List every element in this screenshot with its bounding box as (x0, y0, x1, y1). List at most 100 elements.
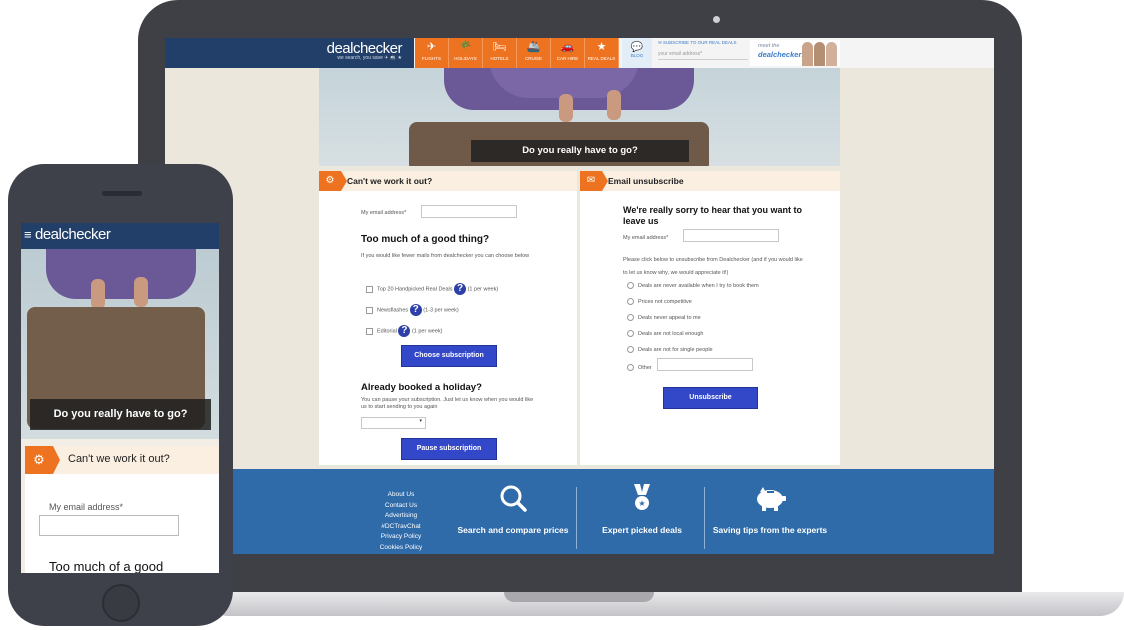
footer-link-contact[interactable]: Contact Us (348, 501, 454, 512)
reason-option[interactable]: Prices not competitive (627, 298, 692, 305)
option-editorial[interactable]: Editorial ? (1 per week) (366, 325, 443, 337)
reason-option[interactable]: Deals are not for single people (627, 346, 713, 353)
option-newsflashes[interactable]: Newsflashes ? (1-3 per week) (366, 304, 459, 316)
already-booked-heading: Already booked a holiday? (361, 382, 482, 393)
hero-hand (91, 279, 105, 309)
plane-icon: ✈ (426, 41, 437, 53)
footer-link-about[interactable]: About Us (348, 490, 454, 501)
mobile-screen: ≡ dealchecker Do you really have to go? … (21, 223, 219, 573)
option-frequency: (1 per week) (411, 328, 443, 335)
radio[interactable] (627, 346, 634, 353)
radio[interactable] (627, 330, 634, 337)
option-label: Editorial (377, 328, 397, 335)
radio[interactable] (627, 298, 634, 305)
footer-link-privacy[interactable]: Privacy Policy (348, 532, 454, 543)
mobile-email-field[interactable] (39, 515, 179, 536)
mobile-hero-image: Do you really have to go? (21, 249, 219, 439)
unsubscribe-button[interactable]: Unsubscribe (663, 387, 758, 409)
radio[interactable] (627, 364, 634, 371)
too-much-intro: If you would like fewer mails from dealc… (361, 253, 530, 259)
gears-icon: ⚙ (25, 446, 60, 474)
laptop-notch (504, 592, 654, 602)
option-frequency: (1-3 per week) (423, 307, 459, 314)
site-header: dealchecker we search, you save ✈ 🚢 ★ ✈ F… (165, 38, 994, 68)
piggy-bank-icon (710, 483, 830, 521)
mobile-logo[interactable]: dealchecker (35, 226, 111, 243)
nav-flights[interactable]: ✈ FLIGHTS (415, 38, 449, 68)
choose-subscription-button[interactable]: Choose subscription (401, 345, 497, 367)
help-icon[interactable]: ? (398, 325, 411, 337)
meet-line2: dealcheckers (758, 50, 806, 59)
footer-link-advertising[interactable]: Advertising (348, 511, 454, 522)
help-icon[interactable]: ? (454, 283, 467, 295)
panel-title: Can't we work it out? (347, 176, 433, 186)
footer-links: About Us Contact Us Advertising #DCTravC… (348, 490, 454, 553)
footer-link-cookies[interactable]: Cookies Policy (348, 543, 454, 554)
site-footer: About Us Contact Us Advertising #DCTravC… (232, 469, 994, 554)
panel-header: ✉ Email unsubscribe (580, 171, 840, 191)
mobile-header: ≡ dealchecker (21, 223, 219, 249)
reason-option[interactable]: Deals never appeal to me (627, 314, 701, 321)
hamburger-menu-icon[interactable]: ≡ (24, 227, 32, 242)
other-reason-field[interactable] (657, 358, 753, 371)
checkbox[interactable] (366, 306, 373, 314)
hero-hand (134, 277, 148, 307)
nav-car-hire[interactable]: 🚗 CAR HIRE (551, 38, 585, 68)
nav-cruise[interactable]: 🚢 CRUISE (517, 38, 551, 68)
radio[interactable] (627, 282, 634, 289)
site-tagline: we search, you save ✈ 🚢 ★ (337, 55, 402, 61)
mobile-panel-body: My email address* Too much of a good (25, 474, 219, 573)
main-nav: ✈ FLIGHTS 🌴 HOLIDAYS 🛏 HOTELS 🚢 CRUISE 🚗 CAR … (415, 38, 619, 68)
option-top20[interactable]: Top 20 Handpicked Real Deals ? (1 per we… (366, 283, 498, 295)
checkbox[interactable] (366, 285, 373, 293)
nav-holidays[interactable]: 🌴 HOLIDAYS (449, 38, 483, 68)
option-label: Newsflashes (377, 307, 409, 314)
subscribe-email-input[interactable]: your email address* (658, 51, 748, 60)
radio[interactable] (627, 314, 634, 321)
footer-link-dctravchat[interactable]: #DCTravChat (348, 522, 454, 533)
reason-option[interactable]: Deals are never available when I try to … (627, 282, 759, 289)
nav-label: BLOG (630, 53, 644, 58)
too-much-heading: Too much of a good thing? (361, 234, 490, 245)
home-button[interactable] (102, 584, 140, 622)
mobile-hero-caption: Do you really have to go? (30, 399, 211, 430)
divider (576, 487, 577, 549)
reason-label: Deals are not for single people (638, 346, 713, 353)
nav-real-deals[interactable]: ★ REAL DEALS (585, 38, 619, 68)
desktop-screen: dealchecker we search, you save ✈ 🚢 ★ ✈ F… (165, 38, 994, 554)
team-photo (802, 42, 813, 66)
unsubscribe-email-field[interactable] (683, 229, 779, 242)
mobile-email-label: My email address* (49, 502, 124, 512)
divider (704, 487, 705, 549)
hero-hand (559, 94, 573, 122)
hero-dress (46, 249, 196, 299)
reason-option-other[interactable]: Other (627, 364, 652, 371)
team-photo (814, 42, 825, 66)
meet-dealcheckers-banner[interactable]: meet the dealcheckers (750, 40, 840, 66)
checkbox[interactable] (366, 327, 373, 335)
subscribe-box: ✉ SUBSCRIBE TO OUR REAL DEALS your email… (658, 40, 748, 60)
help-icon[interactable]: ? (409, 304, 422, 316)
option-frequency: (1 per week) (467, 286, 499, 293)
pause-subscription-button[interactable]: Pause subscription (401, 438, 497, 460)
feature-search: Search and compare prices (453, 483, 573, 536)
nav-hotels[interactable]: 🛏 HOTELS (483, 38, 517, 68)
star-icon: ★ (596, 41, 607, 53)
nav-blog[interactable]: 💬 BLOG (622, 38, 652, 68)
reason-label: Other (638, 364, 652, 371)
camera-icon (713, 16, 720, 23)
unsubscribe-mail-icon: ✉ (580, 171, 608, 191)
logo-block[interactable]: dealchecker we search, you save ✈ 🚢 ★ (165, 38, 414, 68)
car-icon: 🚗 (560, 41, 575, 53)
mobile-heading: Too much of a good (49, 559, 164, 573)
subscribe-label: ✉ SUBSCRIBE TO OUR REAL DEALS (658, 40, 748, 46)
feature-saving: Saving tips from the experts (710, 483, 830, 536)
chat-icon: 💬 (630, 42, 644, 53)
hero-caption: Do you really have to go? (471, 140, 689, 162)
panel-header: ⚙ Can't we work it out? (319, 171, 577, 191)
nav-label: CRUISE (524, 56, 542, 61)
chevron-down-icon: ▾ (419, 418, 422, 424)
pause-until-select[interactable]: ▾ (361, 417, 426, 429)
email-field[interactable] (421, 205, 517, 218)
reason-option[interactable]: Deals are not local enough (627, 330, 703, 337)
